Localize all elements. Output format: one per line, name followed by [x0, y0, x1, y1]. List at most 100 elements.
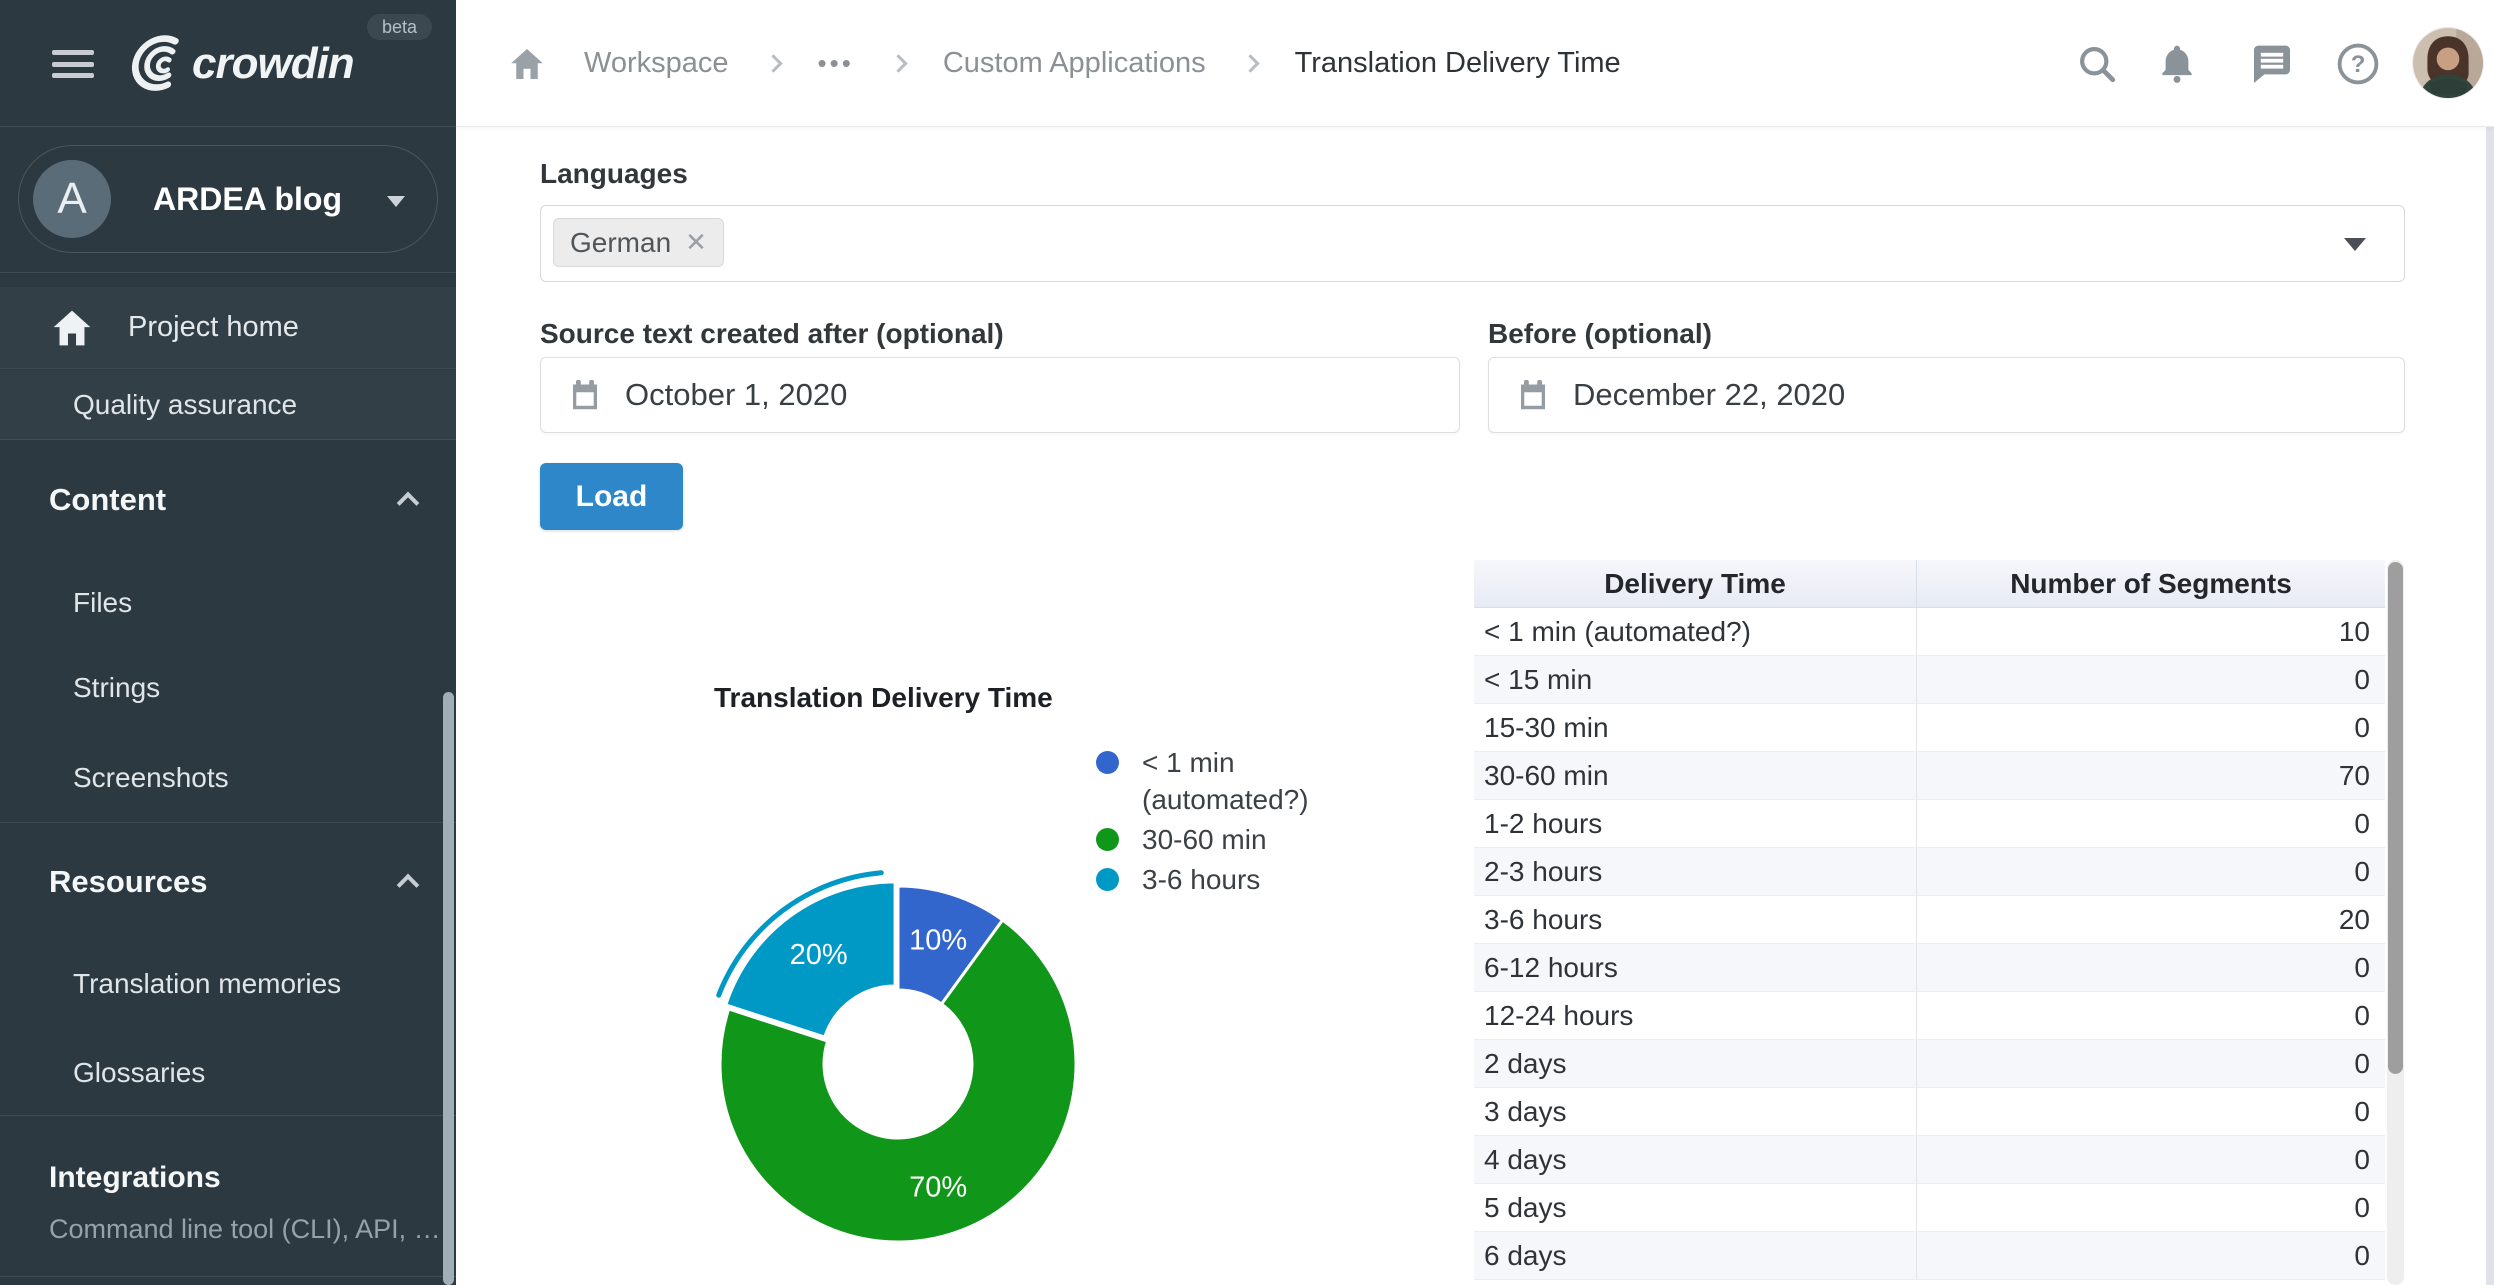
table-row[interactable]: 3 days0: [1474, 1088, 2385, 1136]
cell-delivery-time: < 1 min (automated?): [1474, 608, 1917, 655]
legend-item[interactable]: < 1 min (automated?): [1096, 744, 1396, 818]
cell-number-of-segments: 0: [1917, 1048, 2385, 1080]
before-date-input[interactable]: December 22, 2020: [1488, 357, 2405, 433]
remove-icon[interactable]: ✕: [685, 227, 707, 258]
legend-dot: [1096, 828, 1119, 851]
legend-label: < 1 min (automated?): [1142, 747, 1309, 815]
cell-number-of-segments: 0: [1917, 1192, 2385, 1224]
table-row[interactable]: 15-30 min0: [1474, 704, 2385, 752]
legend-label: 3-6 hours: [1142, 864, 1260, 895]
cell-delivery-time: 15-30 min: [1474, 704, 1917, 751]
cell-number-of-segments: 0: [1917, 1240, 2385, 1272]
top-bar: Workspace ••• Custom Applications Transl…: [456, 0, 2494, 127]
table-row[interactable]: 2 days0: [1474, 1040, 2385, 1088]
slice-percent-label: 20%: [790, 939, 848, 971]
breadcrumb-custom-applications[interactable]: Custom Applications: [943, 47, 1206, 80]
chart-title: Translation Delivery Time: [714, 682, 1053, 714]
table-scrollbar-thumb[interactable]: [2388, 562, 2403, 1074]
sidebar-section-label: Resources: [49, 864, 208, 900]
table-row[interactable]: 5 days0: [1474, 1184, 2385, 1232]
bell-icon[interactable]: [2155, 0, 2199, 127]
help-icon[interactable]: ?: [2335, 0, 2381, 127]
table-row[interactable]: 2-3 hours0: [1474, 848, 2385, 896]
column-header-delivery-time[interactable]: Delivery Time: [1474, 560, 1917, 607]
table-row[interactable]: 3-6 hours20: [1474, 896, 2385, 944]
table-row[interactable]: 6-12 hours0: [1474, 944, 2385, 992]
chat-icon[interactable]: [2246, 0, 2294, 127]
project-name: ARDEA blog: [153, 181, 342, 218]
after-date-value: October 1, 2020: [625, 377, 847, 413]
table-row[interactable]: 30-60 min70: [1474, 752, 2385, 800]
cell-delivery-time: 6 days: [1474, 1232, 1917, 1279]
cell-delivery-time: 2-3 hours: [1474, 848, 1917, 895]
segments-table-body: < 1 min (automated?)10< 15 min015-30 min…: [1474, 608, 2385, 1280]
table-row[interactable]: < 15 min0: [1474, 656, 2385, 704]
sidebar-item-project-home[interactable]: Project home: [0, 287, 456, 369]
sidebar-item-translation-memories[interactable]: Translation memories: [0, 953, 456, 1015]
calendar-icon: [1515, 377, 1551, 413]
breadcrumb-workspace[interactable]: Workspace: [584, 47, 729, 80]
sidebar-section-label: Content: [49, 482, 166, 518]
app-window: crowdin beta A ARDEA blog Project home Q…: [0, 0, 2494, 1285]
column-header-number-of-segments[interactable]: Number of Segments: [1917, 560, 2385, 607]
breadcrumb-current: Translation Delivery Time: [1295, 47, 1621, 80]
cell-delivery-time: < 15 min: [1474, 656, 1917, 703]
divider: [0, 272, 456, 273]
table-row[interactable]: 6 days0: [1474, 1232, 2385, 1280]
sidebar-item-glossaries[interactable]: Glossaries: [0, 1042, 456, 1104]
slice-percent-label: 10%: [909, 924, 967, 956]
sidebar-item-label: Translation memories: [73, 968, 341, 1000]
legend-item[interactable]: 3-6 hours: [1096, 861, 1396, 898]
sidebar-scrollbar-thumb[interactable]: [443, 692, 454, 1285]
sidebar-item-screenshots[interactable]: Screenshots: [0, 747, 456, 809]
sidebar-item-label: Quality assurance: [73, 389, 297, 421]
crowdin-swirl-icon: [120, 33, 186, 95]
sidebar-section-integrations[interactable]: Integrations: [0, 1150, 456, 1206]
sidebar: crowdin beta A ARDEA blog Project home Q…: [0, 0, 456, 1285]
sidebar-section-content[interactable]: Content: [0, 464, 456, 536]
table-row[interactable]: 1-2 hours0: [1474, 800, 2385, 848]
language-chip-german[interactable]: German ✕: [553, 218, 724, 267]
segments-table: Delivery Time Number of Segments < 1 min…: [1474, 560, 2385, 1285]
sidebar-item-files[interactable]: Files: [0, 572, 456, 634]
search-icon[interactable]: [2075, 0, 2119, 127]
project-avatar: A: [33, 160, 111, 238]
window-scrollbar[interactable]: [2486, 127, 2494, 1285]
chevron-down-icon: [2344, 238, 2366, 251]
menu-icon[interactable]: [52, 50, 94, 78]
calendar-icon: [567, 377, 603, 413]
divider: [0, 1115, 456, 1116]
cell-delivery-time: 3 days: [1474, 1088, 1917, 1135]
sidebar-item-label: Files: [73, 587, 132, 619]
user-avatar[interactable]: [2413, 28, 2483, 98]
logo-text: crowdin: [192, 39, 354, 89]
cell-number-of-segments: 0: [1917, 1096, 2385, 1128]
crowdin-logo[interactable]: crowdin: [120, 28, 354, 100]
cell-number-of-segments: 0: [1917, 1000, 2385, 1032]
legend-item[interactable]: 30-60 min: [1096, 821, 1396, 858]
table-row[interactable]: < 1 min (automated?)10: [1474, 608, 2385, 656]
divider: [0, 822, 456, 823]
legend-dot: [1096, 751, 1119, 774]
languages-select[interactable]: German ✕: [540, 205, 2405, 282]
table-row[interactable]: 12-24 hours0: [1474, 992, 2385, 1040]
sidebar-item-label: Project home: [128, 311, 299, 344]
home-icon[interactable]: [508, 45, 546, 83]
cell-number-of-segments: 0: [1917, 712, 2385, 744]
sidebar-item-strings[interactable]: Strings: [0, 657, 456, 719]
table-row[interactable]: 4 days0: [1474, 1136, 2385, 1184]
cell-number-of-segments: 20: [1917, 904, 2385, 936]
integrations-subtitle-text: Command line tool (CLI), API, …: [49, 1214, 441, 1245]
chip-label: German: [570, 227, 671, 259]
slice-percent-label: 70%: [909, 1172, 967, 1204]
sidebar-item-quality-assurance[interactable]: Quality assurance: [0, 370, 456, 440]
sidebar-section-resources[interactable]: Resources: [0, 846, 456, 918]
cell-number-of-segments: 10: [1917, 616, 2385, 648]
breadcrumb-ellipsis[interactable]: •••: [818, 48, 854, 79]
cell-number-of-segments: 0: [1917, 1144, 2385, 1176]
after-date-input[interactable]: October 1, 2020: [540, 357, 1460, 433]
integrations-subtitle: Command line tool (CLI), API, …: [0, 1206, 456, 1252]
load-button[interactable]: Load: [540, 463, 683, 530]
project-selector[interactable]: A ARDEA blog: [18, 145, 438, 253]
breadcrumb: Workspace ••• Custom Applications Transl…: [508, 0, 1621, 127]
